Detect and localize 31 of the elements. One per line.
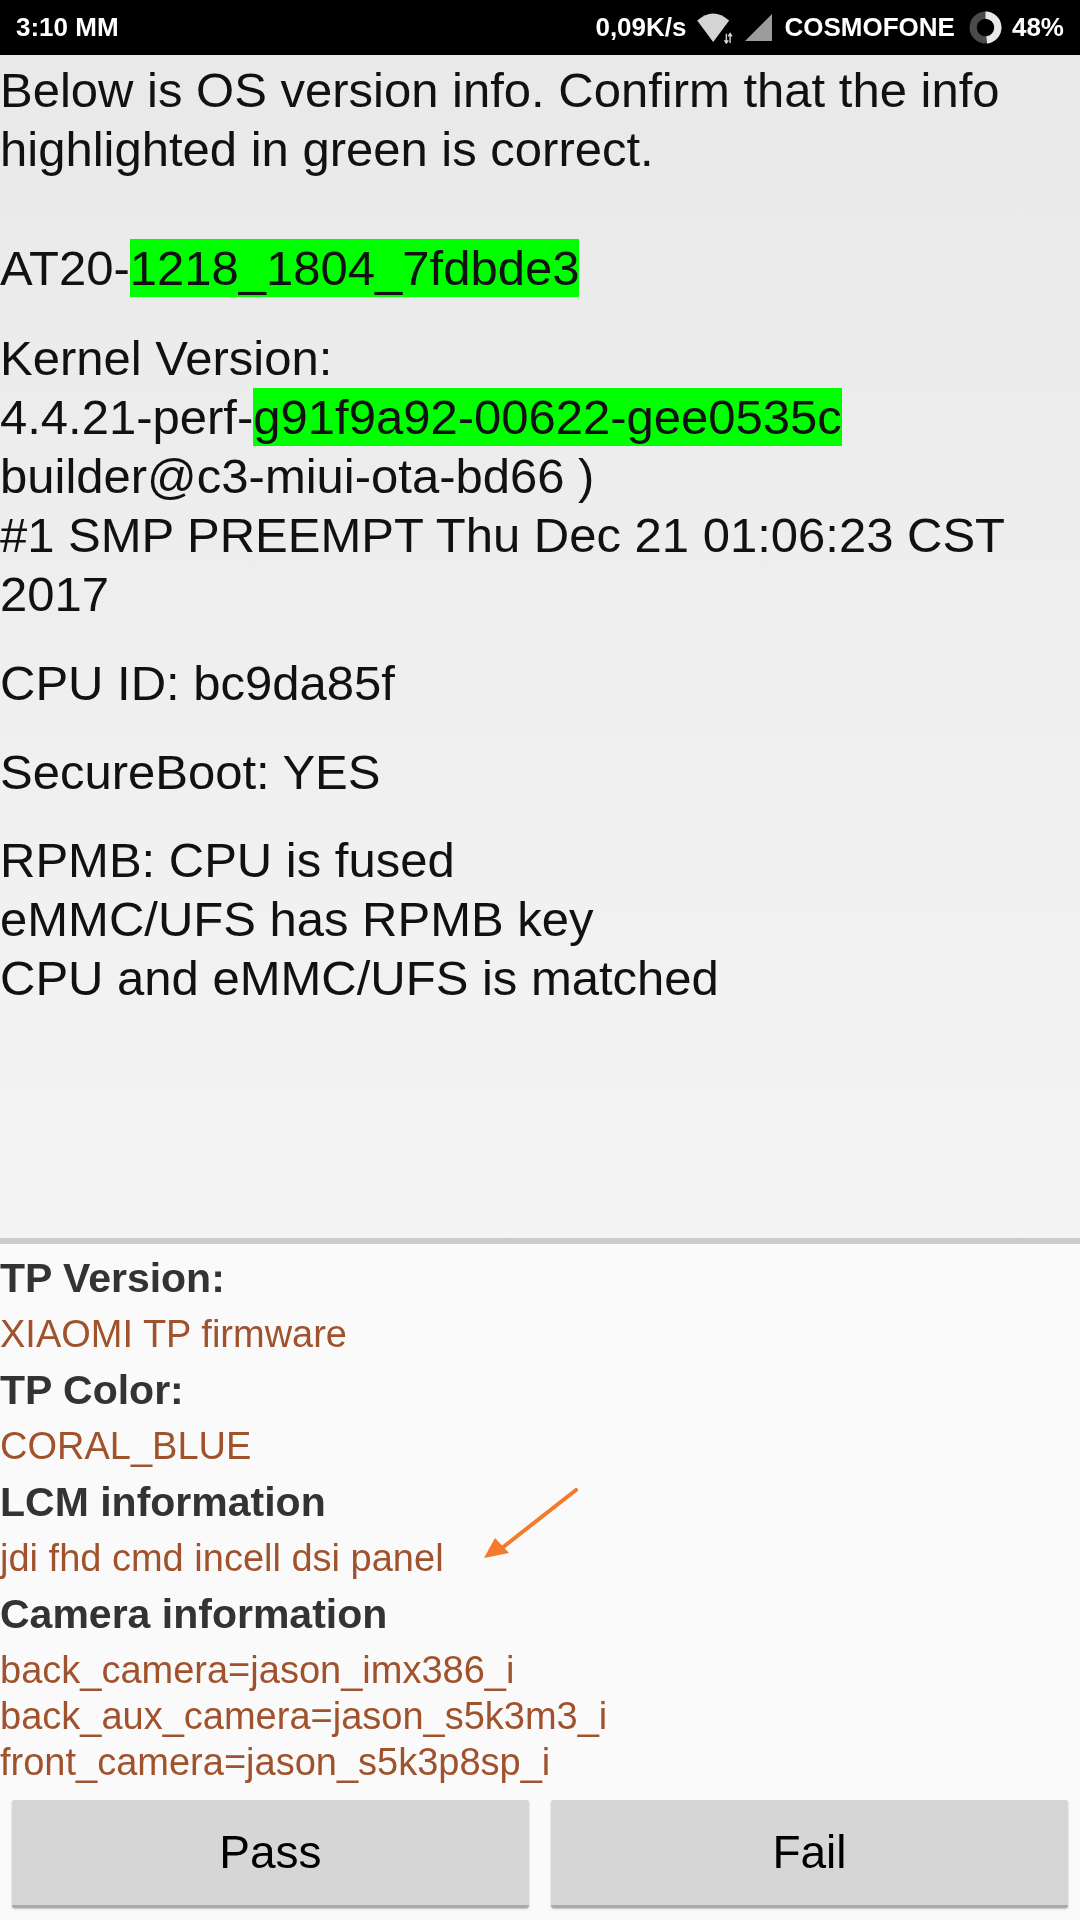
signal-icon <box>744 14 772 41</box>
rpmb-status-text: eMMC/UFS has RPMB key <box>0 891 594 948</box>
rpmb-status-text: CPU and eMMC/UFS is matched <box>0 950 719 1007</box>
section-heading: TP Version: <box>0 1254 225 1303</box>
result-button[interactable]: Pass <box>12 1800 529 1908</box>
cpu-id-text: CPU ID: bc9da85f <box>0 655 395 712</box>
section-value: back_camera=jason_imx386_i <box>0 1648 515 1693</box>
battery-ring-icon <box>968 11 1002 44</box>
kernel-label: Kernel Version: <box>0 330 333 387</box>
section-value: front_camera=jason_s5k3p8sp_i <box>0 1740 551 1785</box>
version-text: 4.4.21-perf- <box>0 390 254 444</box>
kernel-build-info: #1 SMP PREEMPT Thu Dec 21 01:06:23 CST 2017 <box>0 507 1006 623</box>
section-value: CORAL_BLUE <box>0 1424 252 1469</box>
version-text: AT20- <box>0 241 130 295</box>
section-heading: LCM information <box>0 1478 326 1527</box>
highlighted-value: 1218_1804_7fdbde3 <box>129 239 580 297</box>
highlighted-value: g91f9a92-00622-gee0535c <box>253 388 842 446</box>
section-heading: TP Color: <box>0 1366 184 1415</box>
battery-percent: 48% <box>1011 11 1064 44</box>
intro-text: Below is OS version info. Confirm that the info highlighted in green is correct. <box>0 62 1001 178</box>
wifi-icon <box>696 11 735 44</box>
kernel-build-info: builder@c3-miui-ota-bd66 ) <box>0 448 595 505</box>
secure-boot-text: SecureBoot: YES <box>0 744 381 801</box>
section-value: back_aux_camera=jason_s5k3m3_i <box>0 1694 608 1739</box>
network-speed: 0,09K/s <box>595 11 687 44</box>
result-button[interactable]: Fail <box>551 1800 1068 1908</box>
section-value: XIAOMI TP firmware <box>0 1312 347 1357</box>
carrier-name: COSMOFONE <box>784 11 955 44</box>
section-heading: Camera information <box>0 1590 388 1639</box>
clock-time: 3:10 MM <box>16 11 119 44</box>
rpmb-status-text: RPMB: CPU is fused <box>0 832 455 889</box>
